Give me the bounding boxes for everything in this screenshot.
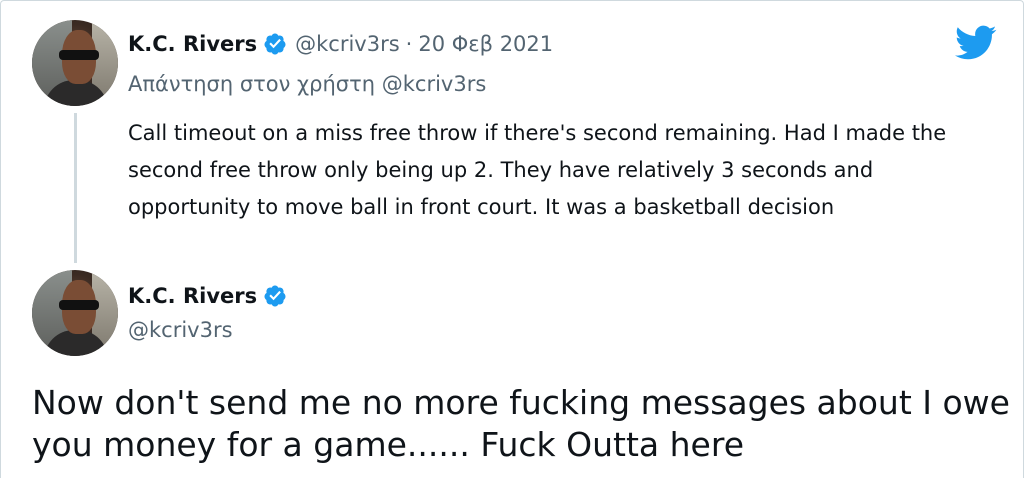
author-name[interactable]: K.C. Rivers <box>128 32 257 56</box>
reply-to-label: Απάντηση στον χρήστη @kcriv3rs <box>128 72 487 96</box>
avatar[interactable] <box>32 270 118 356</box>
main-tweet-text: Now don't send me no more fucking messag… <box>32 383 1010 464</box>
separator: · <box>405 32 413 56</box>
verified-badge-icon <box>264 285 286 307</box>
avatar[interactable] <box>32 20 118 106</box>
author-name[interactable]: K.C. Rivers <box>128 284 257 308</box>
reply-tweet-header: K.C. Rivers @kcriv3rs · 20 Φεβ 2021 <box>128 29 553 59</box>
author-handle[interactable]: @kcriv3rs <box>295 32 400 56</box>
reply-tweet-text: Call timeout on a miss free throw if the… <box>128 121 947 219</box>
main-tweet-header: K.C. Rivers <box>128 284 287 308</box>
verified-badge-icon <box>264 33 286 55</box>
tweet-date[interactable]: 20 Φεβ 2021 <box>418 32 553 56</box>
thread-connector-line <box>74 113 77 263</box>
author-handle[interactable]: @kcriv3rs <box>128 318 233 342</box>
twitter-bird-icon[interactable] <box>955 25 997 61</box>
